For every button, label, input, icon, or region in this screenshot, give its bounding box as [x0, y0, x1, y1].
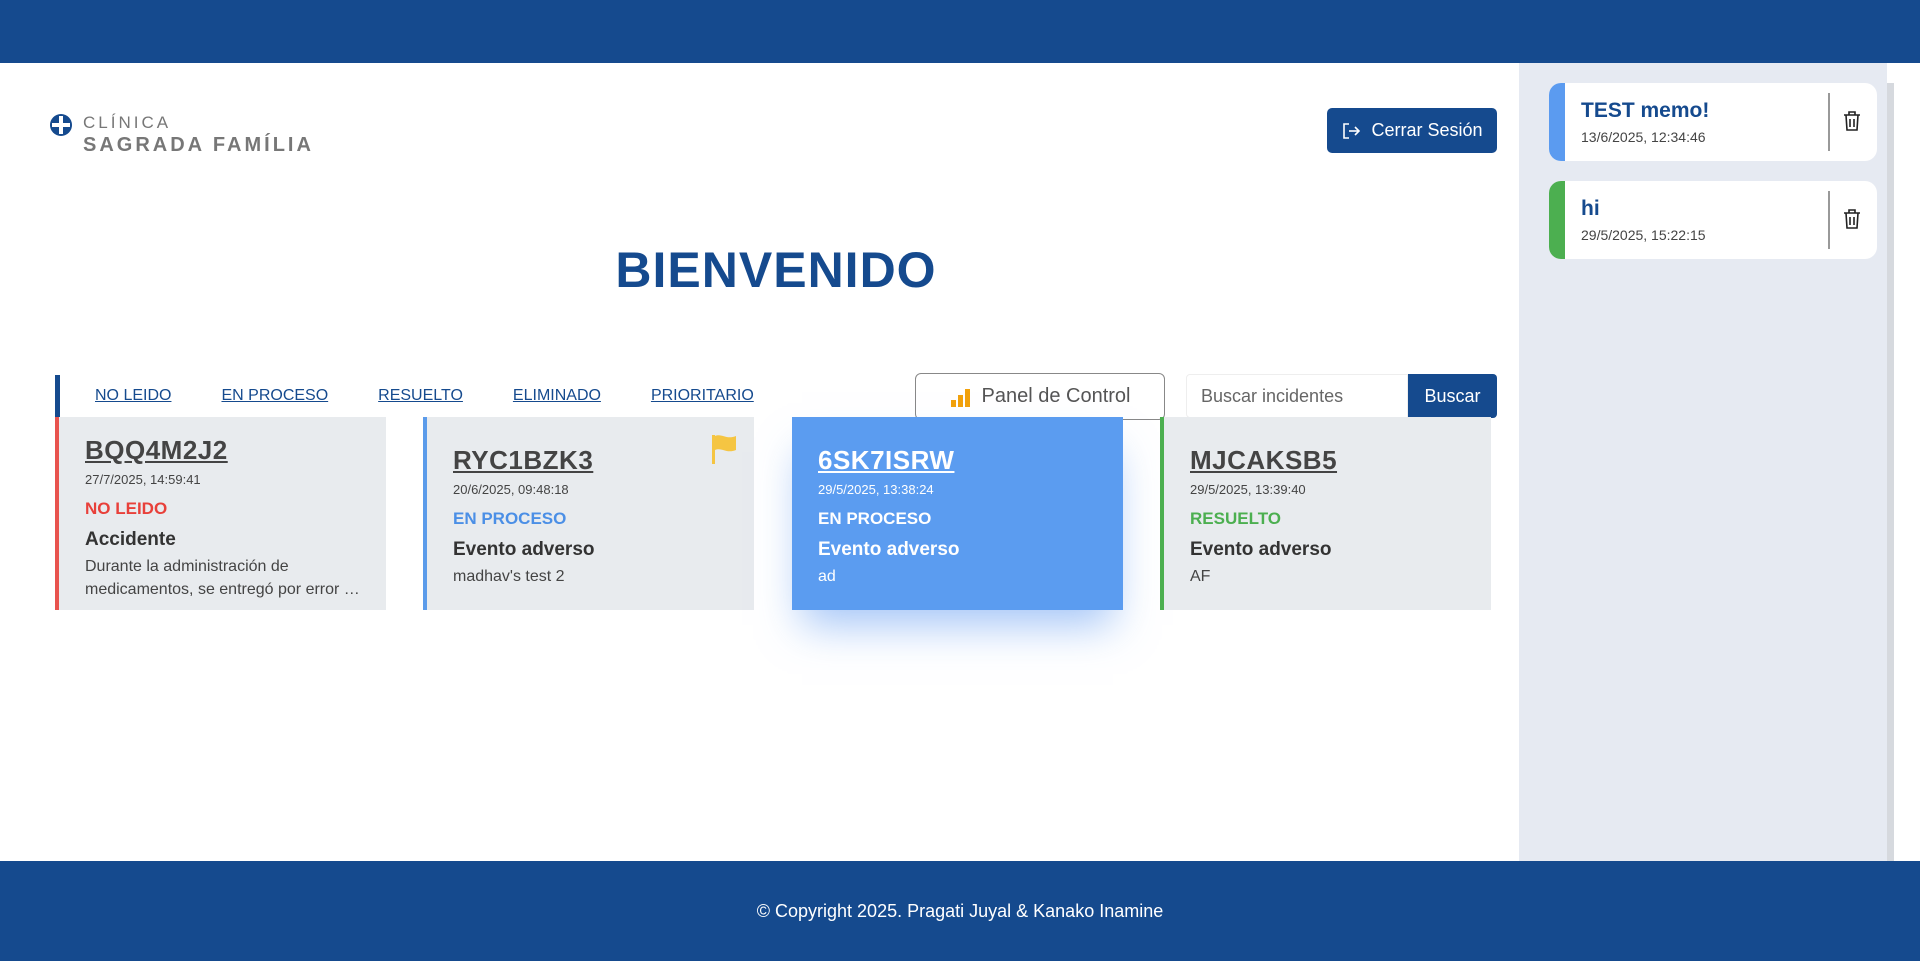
memo-accent-bar — [1549, 83, 1565, 161]
incident-type: Evento adverso — [1190, 539, 1332, 560]
incident-type: Accidente — [85, 529, 176, 550]
incident-code[interactable]: 6SK7ISRW — [818, 445, 1101, 476]
copyright-text: © Copyright 2025. Pragati Juyal & Kanako… — [756, 900, 1164, 921]
memo-card[interactable]: TEST memo! 13/6/2025, 12:34:46 — [1549, 83, 1877, 161]
incident-description: AF — [1190, 568, 1211, 585]
control-panel-label: Panel de Control — [981, 385, 1131, 407]
incident-date: 29/5/2025, 13:39:40 — [1190, 482, 1306, 497]
incident-status: EN PROCESO — [818, 509, 932, 528]
incident-type: Evento adverso — [818, 539, 960, 560]
search-button[interactable]: Buscar — [1408, 374, 1497, 418]
filter-eliminado[interactable]: ELIMINADO — [513, 387, 601, 405]
bar-chart-icon — [950, 388, 970, 407]
memo-card[interactable]: hi 29/5/2025, 15:22:15 — [1549, 181, 1877, 259]
incident-card[interactable]: RYC1BZK3 20/6/2025, 09:48:18 EN PROCESO … — [423, 417, 754, 610]
memo-accent-bar — [1549, 181, 1565, 259]
logout-icon — [1343, 122, 1361, 139]
incident-card[interactable]: BQQ4M2J2 27/7/2025, 14:59:41 NO LEIDO Ac… — [55, 417, 386, 610]
memo-divider — [1828, 93, 1830, 151]
sidebar-scrollbar[interactable] — [1887, 83, 1894, 861]
incident-code[interactable]: BQQ4M2J2 — [85, 435, 364, 466]
memo-divider — [1828, 191, 1830, 249]
clinic-logo: CLÍNICA SAGRADA FAMÍLIA — [49, 113, 314, 157]
filter-en-proceso[interactable]: EN PROCESO — [221, 387, 328, 405]
incident-code[interactable]: MJCAKSB5 — [1190, 445, 1469, 476]
memo-date: 13/6/2025, 12:34:46 — [1581, 129, 1706, 145]
incident-status: EN PROCESO — [453, 509, 567, 528]
incident-code[interactable]: RYC1BZK3 — [453, 445, 732, 476]
search-input[interactable] — [1186, 374, 1408, 418]
logout-label: Cerrar Sesión — [1371, 120, 1483, 140]
top-bar — [0, 0, 1920, 63]
incident-description: madhav's test 2 — [453, 568, 565, 585]
logo-line1: CLÍNICA — [83, 113, 172, 132]
incident-card[interactable]: MJCAKSB5 29/5/2025, 13:39:40 RESUELTO Ev… — [1160, 417, 1491, 610]
flag-icon — [712, 435, 736, 464]
incident-status: NO LEIDO — [85, 499, 168, 518]
memo-date: 29/5/2025, 15:22:15 — [1581, 227, 1706, 243]
incident-description: Durante la administración de medicamento… — [85, 558, 353, 598]
logout-button[interactable]: Cerrar Sesión — [1327, 108, 1497, 153]
logo-line2: SAGRADA FAMÍLIA — [83, 134, 314, 156]
filter-resuelto[interactable]: RESUELTO — [378, 387, 463, 405]
incident-type: Evento adverso — [453, 539, 595, 560]
memo-title: hi — [1581, 197, 1600, 220]
page-title: BIENVENIDO — [615, 242, 937, 298]
incident-date: 27/7/2025, 14:59:41 — [85, 472, 201, 487]
incident-card-selected[interactable]: 6SK7ISRW 29/5/2025, 13:38:24 EN PROCESO … — [792, 417, 1123, 610]
trash-icon[interactable] — [1842, 208, 1862, 230]
footer: © Copyright 2025. Pragati Juyal & Kanako… — [0, 861, 1920, 961]
incident-status: RESUELTO — [1190, 509, 1281, 528]
trash-icon[interactable] — [1842, 110, 1862, 132]
filter-no-leido[interactable]: NO LEIDO — [95, 387, 171, 405]
incident-date: 29/5/2025, 13:38:24 — [818, 482, 934, 497]
control-panel-button[interactable]: Panel de Control — [915, 373, 1165, 420]
status-filter-nav: NO LEIDO EN PROCESO RESUELTO ELIMINADO P… — [55, 375, 804, 417]
filter-prioritario[interactable]: PRIORITARIO — [651, 387, 754, 405]
cross-icon — [50, 114, 72, 136]
memo-title: TEST memo! — [1581, 99, 1710, 122]
incident-date: 20/6/2025, 09:48:18 — [453, 482, 569, 497]
incident-description: ad — [818, 568, 836, 585]
